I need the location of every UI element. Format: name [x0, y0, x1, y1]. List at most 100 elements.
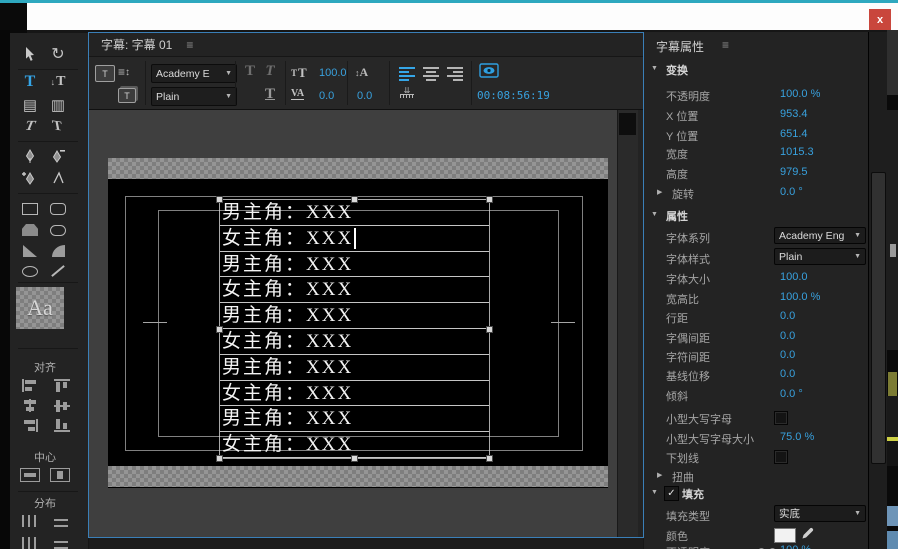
- handle-middle-left[interactable]: [216, 326, 223, 333]
- add-anchor-point-tool[interactable]: [18, 167, 42, 189]
- center-vertical-icon[interactable]: [50, 468, 70, 482]
- panel-divider: [18, 348, 78, 349]
- handle-bottom-right[interactable]: [486, 455, 493, 462]
- new-title-based-on-current-button[interactable]: T: [95, 65, 115, 82]
- selection-tool[interactable]: [18, 43, 42, 65]
- title-text-line[interactable]: 男主角：XXX: [220, 252, 489, 278]
- eyedropper-icon[interactable]: [800, 527, 814, 544]
- style-preview-swatch[interactable]: Aa: [16, 287, 64, 329]
- line-tool[interactable]: [46, 260, 70, 282]
- area-type-tool[interactable]: ▤: [18, 94, 42, 116]
- align-horizontal-left-icon[interactable]: [22, 379, 38, 392]
- underline-checkbox[interactable]: [774, 450, 788, 464]
- handle-bottom-left[interactable]: [216, 455, 223, 462]
- ellipse-tool[interactable]: [18, 260, 42, 282]
- panel-menu-icon[interactable]: ≡: [722, 38, 729, 52]
- type-tool[interactable]: T: [18, 71, 42, 93]
- wedge-tool[interactable]: [18, 240, 42, 262]
- templates-button[interactable]: T: [118, 88, 136, 103]
- leading-value[interactable]: 0.0: [357, 90, 372, 102]
- close-button[interactable]: x: [869, 9, 891, 30]
- rounded-rectangle-tool[interactable]: [46, 198, 70, 220]
- distribute-horizontal-left-icon[interactable]: [22, 515, 36, 527]
- background-video-timecode[interactable]: 00:08:56:19: [477, 89, 550, 102]
- roll-crawl-options-button[interactable]: ≡ ↕: [118, 65, 130, 79]
- collapse-triangle-icon[interactable]: ▼: [651, 65, 658, 72]
- titler-panel-title: 字幕: 字幕 01: [101, 38, 173, 52]
- title-text-line[interactable]: 女主角：XXX: [220, 381, 489, 407]
- handle-top-right[interactable]: [486, 196, 493, 203]
- attributes-section-header[interactable]: ▼ 属性: [644, 208, 868, 226]
- transform-section-header[interactable]: ▼ 变换: [644, 62, 868, 80]
- tab-stops-button[interactable]: ⇊: [399, 87, 415, 98]
- title-text-line[interactable]: 男主角：XXX: [220, 406, 489, 433]
- collapse-triangle-icon[interactable]: ▼: [651, 489, 658, 496]
- expand-triangle-icon[interactable]: ▶: [657, 471, 662, 479]
- center-horizontal-icon[interactable]: [20, 468, 40, 482]
- handle-bottom-middle[interactable]: [351, 455, 358, 462]
- kerning-value[interactable]: 0.0: [319, 90, 334, 102]
- small-caps-checkbox[interactable]: [774, 411, 788, 425]
- font-style-dropdown[interactable]: Plain ▼: [151, 87, 237, 106]
- font-style-dropdown[interactable]: Plain ▼: [774, 248, 866, 265]
- text-cursor: [354, 228, 356, 249]
- property-row-kerning: 字偶间距 0.0: [666, 330, 796, 345]
- up-down-arrows-icon: ↕: [125, 66, 131, 78]
- panel-menu-icon[interactable]: ≡: [186, 38, 193, 52]
- handle-top-middle[interactable]: [351, 196, 358, 203]
- underline-button[interactable]: T: [261, 86, 279, 104]
- distribute-vertical-center-icon[interactable]: [54, 537, 68, 549]
- rotation-tool[interactable]: ↻: [46, 43, 70, 65]
- align-text-right-button[interactable]: [447, 67, 463, 81]
- fill-section-header[interactable]: ▼ ✓ 填充: [644, 486, 868, 504]
- align-horizontal-center-icon[interactable]: [22, 399, 38, 412]
- title-text-line[interactable]: 男主角：XXX: [220, 200, 489, 226]
- font-family-dropdown[interactable]: Academy E ▼: [151, 64, 237, 83]
- pen-tool[interactable]: [18, 145, 42, 167]
- title-text-line[interactable]: 女主角：XXX: [220, 277, 489, 304]
- color-swatch[interactable]: [774, 528, 796, 543]
- fill-enabled-checkbox[interactable]: ✓: [664, 486, 679, 501]
- rectangle-tool[interactable]: [18, 198, 42, 220]
- titler-header: 字幕: 字幕 01 ≡: [89, 33, 643, 56]
- properties-scrollbar-thumb[interactable]: [871, 172, 886, 464]
- text-object-bounding-box[interactable]: 男主角：XXX 女主角：XXX 男主角：XXX 女主角：XXX 男主角：XXX …: [216, 196, 493, 462]
- align-vertical-bottom-icon[interactable]: [54, 419, 70, 432]
- align-text-left-button[interactable]: [399, 67, 415, 81]
- canvas-scrollbar-thumb[interactable]: [619, 113, 636, 135]
- title-text-line[interactable]: 女主角：XXX: [220, 329, 489, 355]
- canvas-scrollbar[interactable]: [617, 110, 638, 537]
- clipped-corner-rectangle-tool[interactable]: [18, 219, 42, 241]
- property-row-slant: 倾斜 0.0 °: [666, 388, 803, 403]
- rounded-corner-rectangle-tool[interactable]: [46, 219, 70, 241]
- fill-type-dropdown[interactable]: 实底 ▼: [774, 505, 866, 522]
- title-text-line[interactable]: 男主角：XXX: [220, 303, 489, 329]
- handle-top-left[interactable]: [216, 196, 223, 203]
- font-family-dropdown[interactable]: Academy Eng ▼: [774, 227, 866, 244]
- distribute-vertical-top-icon[interactable]: [54, 515, 68, 527]
- vertical-type-tool[interactable]: ↓ T: [46, 71, 70, 93]
- align-text-center-button[interactable]: [423, 67, 439, 81]
- align-section-label: 对齐: [34, 362, 56, 374]
- handle-middle-right[interactable]: [486, 326, 493, 333]
- title-text-line[interactable]: 男主角：XXX: [220, 355, 489, 381]
- property-row-baseline-shift: 基线位移 0.0: [666, 368, 796, 383]
- font-size-value[interactable]: 100.0: [319, 67, 347, 79]
- vertical-path-type-tool[interactable]: T: [46, 116, 70, 138]
- align-vertical-center-icon[interactable]: [54, 399, 70, 412]
- bold-button[interactable]: T: [241, 63, 259, 81]
- path-type-tool[interactable]: T: [18, 116, 42, 138]
- delete-anchor-point-tool[interactable]: [46, 145, 70, 167]
- center-section-label: 中心: [34, 452, 56, 464]
- convert-anchor-point-tool[interactable]: [46, 167, 70, 189]
- lines-icon: ≡: [118, 65, 126, 79]
- arc-tool[interactable]: [46, 240, 70, 262]
- collapse-triangle-icon[interactable]: ▼: [651, 211, 658, 218]
- italic-button[interactable]: T: [261, 63, 279, 81]
- align-vertical-top-icon[interactable]: [54, 379, 70, 392]
- vertical-area-type-tool[interactable]: ▥: [46, 94, 70, 116]
- distribute-horizontal-center-icon[interactable]: [22, 537, 36, 549]
- show-background-video-button[interactable]: [479, 63, 499, 79]
- align-horizontal-right-icon[interactable]: [22, 419, 38, 432]
- expand-triangle-icon[interactable]: ▶: [657, 188, 662, 196]
